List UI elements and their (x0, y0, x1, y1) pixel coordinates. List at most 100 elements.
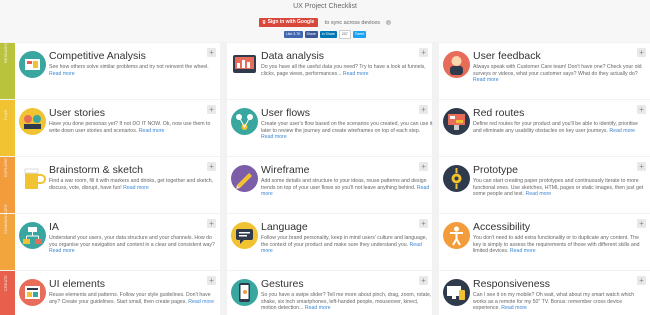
card-data-analysis[interactable]: Data analysis Do you have all the useful… (227, 43, 432, 99)
user-flows-icon (231, 108, 258, 135)
card-user-stories[interactable]: User stories Have you done personas yet?… (15, 100, 220, 156)
social-row: Like 3.7K Share in Share 207 Tweet (0, 26, 650, 40)
card-description: Add some details and structure to your i… (261, 178, 430, 198)
user-feedback-icon (443, 51, 470, 78)
card-description: Understand your users, your data structu… (49, 235, 215, 255)
facebook-share-button[interactable]: Share (304, 31, 318, 39)
card-title: Language (261, 221, 308, 233)
competitive-analysis-icon (19, 51, 46, 78)
read-more-link[interactable]: Read more (49, 71, 75, 77)
card-red-routes[interactable]: Red routes Define red routes for your pr… (439, 100, 650, 156)
card-title: Brainstorm & sketch (49, 164, 143, 176)
add-button[interactable]: + (207, 48, 216, 57)
card-description: Follow your brand personality, keep in m… (261, 235, 428, 255)
card-description: Define red routes for your product and y… (473, 121, 638, 134)
add-button[interactable]: + (419, 219, 428, 228)
add-button[interactable]: + (637, 105, 646, 114)
card-title: User flows (261, 107, 311, 119)
card-gestures[interactable]: Gestures So you have a swipe slider? Tel… (227, 271, 432, 315)
info-icon[interactable]: i (386, 20, 392, 26)
stripe-plan: PLAN (0, 100, 15, 156)
card-description: Can I see it on my mobile? Oh wait, what… (473, 292, 635, 312)
card-accessibility[interactable]: Accessibility You don't need to add extr… (439, 214, 650, 270)
add-button[interactable]: + (419, 276, 428, 285)
page-header: UX Project Checklist g Sign in with Googl… (0, 0, 650, 42)
signin-row: g Sign in with Google to sync across devi… (0, 14, 650, 28)
add-button[interactable]: + (419, 48, 428, 57)
card-title: Responsiveness (473, 278, 551, 290)
card-language[interactable]: Language Follow your brand personality, … (227, 214, 432, 270)
card-description: Create your user's flow based on the sce… (261, 121, 433, 141)
add-button[interactable]: + (637, 162, 646, 171)
card-title: Prototype (473, 164, 518, 176)
read-more-link[interactable]: Read more (473, 77, 499, 83)
card-description: See how others solve similar problems an… (49, 64, 209, 77)
red-routes-icon (443, 108, 470, 135)
card-ui-elements[interactable]: UI elements Reuse elements and patterns.… (15, 271, 220, 315)
read-more-link[interactable]: Read more (188, 299, 214, 305)
card-title: UI elements (49, 278, 106, 290)
stripe-create: CREATE (0, 271, 15, 315)
card-description: Reuse elements and patterns. Follow your… (49, 292, 214, 305)
add-button[interactable]: + (419, 162, 428, 171)
read-more-link[interactable]: Read more (501, 305, 527, 311)
wireframe-icon (231, 165, 258, 192)
card-responsiveness[interactable]: Responsiveness Can I see it on my mobile… (439, 271, 650, 315)
card-ia[interactable]: IA Understand your users, your data stru… (15, 214, 220, 270)
ui-elements-icon (19, 279, 46, 306)
read-more-link[interactable]: Read more (609, 128, 635, 134)
add-button[interactable]: + (637, 48, 646, 57)
card-title: User feedback (473, 50, 541, 62)
read-more-link[interactable]: Read more (49, 248, 75, 254)
share-count: 207 (338, 30, 351, 40)
stripe-communicate: COMMUNICATE (0, 204, 15, 270)
add-button[interactable]: + (419, 105, 428, 114)
card-description: So you have a swipe slider? Tell me more… (261, 292, 432, 312)
card-title: IA (49, 221, 59, 233)
read-more-link[interactable]: Read more (510, 248, 536, 254)
language-icon (231, 222, 258, 249)
user-stories-icon (19, 108, 46, 135)
prototype-icon (443, 165, 470, 192)
add-button[interactable]: + (637, 276, 646, 285)
google-icon: g (262, 19, 266, 26)
card-wireframe[interactable]: Wireframe Add some details and structure… (227, 157, 432, 213)
card-title: Wireframe (261, 164, 310, 176)
card-description: Find a war room, fill it with markers an… (49, 178, 214, 191)
card-description: Have you done personas yet? If not DO IT… (49, 121, 211, 134)
card-description: You don't need to add extra functionalit… (473, 235, 640, 255)
card-description: Do you have all the useful data you need… (261, 64, 426, 77)
read-more-link[interactable]: Read more (261, 134, 287, 140)
card-competitive-analysis[interactable]: Competitive Analysis See how others solv… (15, 43, 220, 99)
sync-text: to sync across devices (324, 19, 381, 26)
accessibility-icon (443, 222, 470, 249)
facebook-like-button[interactable]: Like 3.7K (283, 31, 303, 39)
card-title: Red routes (473, 107, 525, 119)
read-more-link[interactable]: Read more (305, 305, 331, 311)
linkedin-share-button[interactable]: in Share (319, 31, 337, 39)
add-button[interactable]: + (207, 276, 216, 285)
read-more-link[interactable]: Read more (139, 128, 165, 134)
gestures-icon (231, 279, 258, 306)
card-user-flows[interactable]: User flows Create your user's flow based… (227, 100, 432, 156)
add-button[interactable]: + (637, 219, 646, 228)
card-prototype[interactable]: Prototype You can start creating paper p… (439, 157, 650, 213)
add-button[interactable]: + (207, 219, 216, 228)
add-button[interactable]: + (207, 105, 216, 114)
read-more-link[interactable]: Read more (123, 185, 149, 191)
card-title: Accessibility (473, 221, 531, 233)
card-title: Competitive Analysis (49, 50, 146, 62)
card-title: Gestures (261, 278, 304, 290)
card-description: Always speak with Customer Care team! Do… (473, 64, 642, 84)
read-more-link[interactable]: Read more (526, 191, 552, 197)
responsiveness-icon (443, 279, 470, 306)
card-title: Data analysis (261, 50, 325, 62)
add-button[interactable]: + (207, 162, 216, 171)
card-user-feedback[interactable]: User feedback Always speak with Customer… (439, 43, 650, 99)
ia-icon (19, 222, 46, 249)
stripe-research: RESEARCH (0, 41, 15, 99)
card-brainstorm-sketch[interactable]: Brainstorm & sketch Find a war room, fil… (15, 157, 220, 213)
brainstorm-icon (24, 168, 46, 189)
tweet-button[interactable]: Tweet (352, 31, 367, 39)
read-more-link[interactable]: Read more (343, 71, 369, 77)
